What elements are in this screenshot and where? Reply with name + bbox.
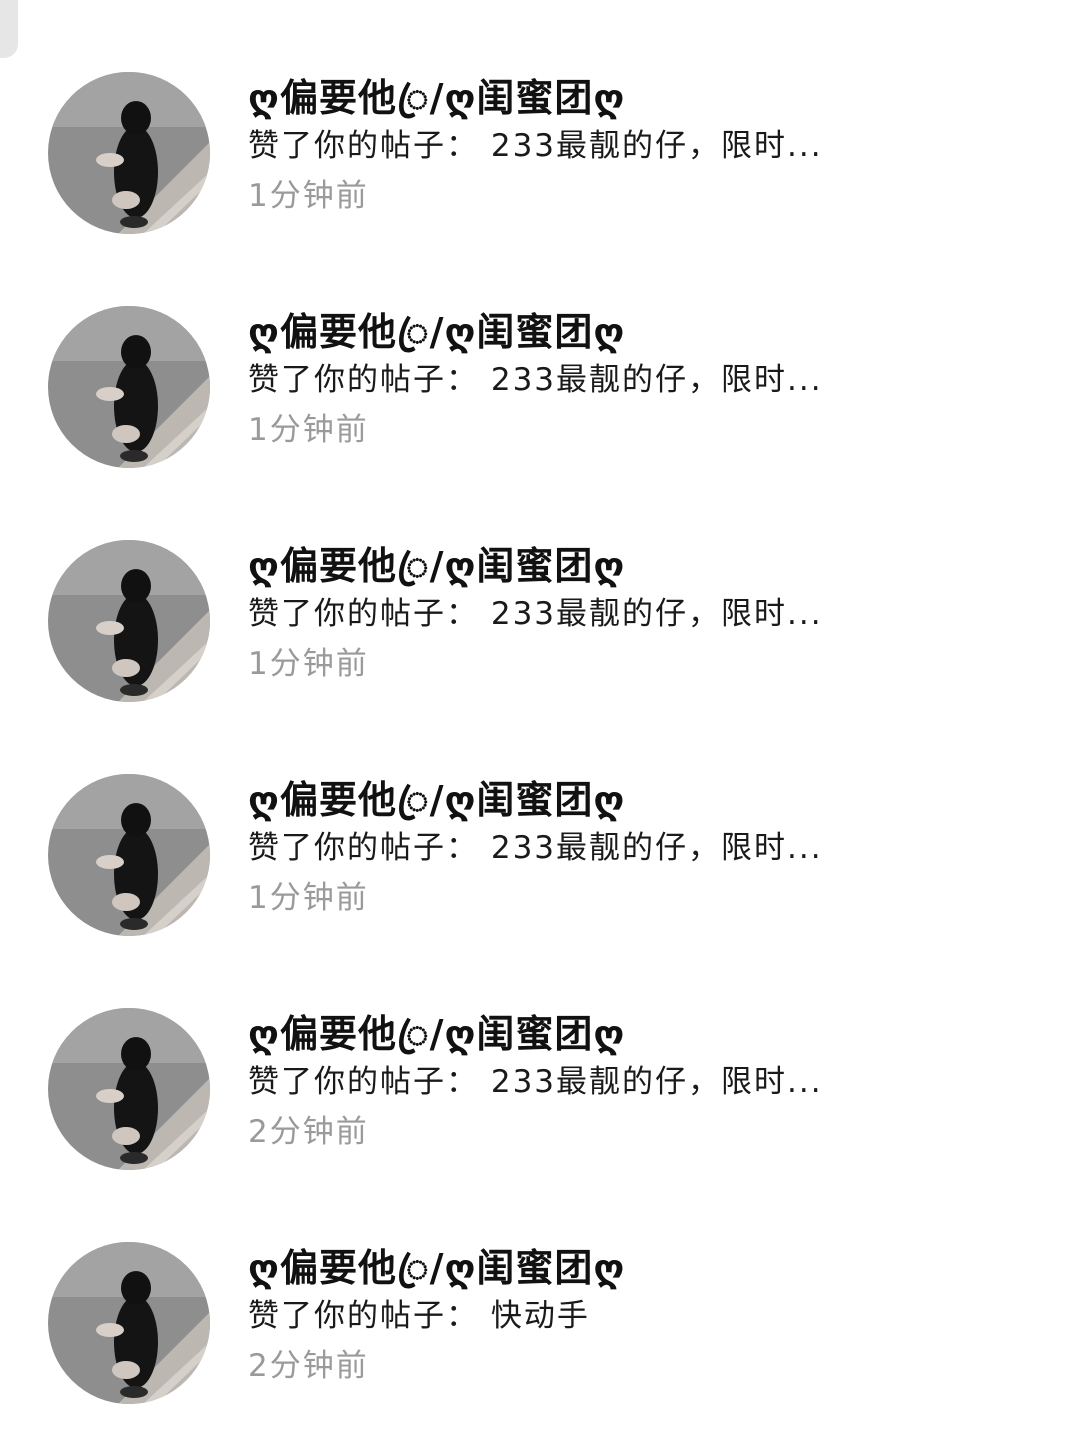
avatar-photo-icon bbox=[48, 306, 210, 468]
notification-message: 赞了你的帖子： 233最靓的仔，限时... bbox=[248, 830, 823, 866]
notification-message: 赞了你的帖子： 233最靓的仔，限时... bbox=[248, 128, 823, 164]
notification-time: 1分钟前 bbox=[248, 880, 369, 916]
notification-item[interactable]: ღ偏要他ꦿ/ღ闺蜜团ღ 赞了你的帖子： 233最靓的仔，限时... 1分钟前 bbox=[0, 306, 1080, 486]
notification-message: 赞了你的帖子： 快动手 bbox=[248, 1298, 590, 1334]
notification-time: 1分钟前 bbox=[248, 646, 369, 682]
avatar[interactable] bbox=[48, 1242, 210, 1404]
notification-time: 1分钟前 bbox=[248, 178, 369, 214]
sender-name[interactable]: ღ偏要他ꦿ/ღ闺蜜团ღ bbox=[248, 74, 625, 122]
avatar[interactable] bbox=[48, 72, 210, 234]
avatar[interactable] bbox=[48, 1008, 210, 1170]
notification-message: 赞了你的帖子： 233最靓的仔，限时... bbox=[248, 362, 823, 398]
notification-time: 2分钟前 bbox=[248, 1348, 369, 1384]
avatar[interactable] bbox=[48, 540, 210, 702]
notification-item[interactable]: ღ偏要他ꦿ/ღ闺蜜团ღ 赞了你的帖子： 233最靓的仔，限时... 1分钟前 bbox=[0, 72, 1080, 252]
notification-item[interactable]: ღ偏要他ꦿ/ღ闺蜜团ღ 赞了你的帖子： 233最靓的仔，限时... 2分钟前 bbox=[0, 1008, 1080, 1188]
notification-item[interactable]: ღ偏要他ꦿ/ღ闺蜜团ღ 赞了你的帖子： 233最靓的仔，限时... 1分钟前 bbox=[0, 540, 1080, 720]
notification-item[interactable]: ღ偏要他ꦿ/ღ闺蜜团ღ 赞了你的帖子： 233最靓的仔，限时... 1分钟前 bbox=[0, 774, 1080, 954]
avatar[interactable] bbox=[48, 306, 210, 468]
avatar-photo-icon bbox=[48, 540, 210, 702]
avatar-photo-icon bbox=[48, 774, 210, 936]
sender-name[interactable]: ღ偏要他ꦿ/ღ闺蜜团ღ bbox=[248, 308, 625, 356]
avatar-photo-icon bbox=[48, 1242, 210, 1404]
notification-item[interactable]: ღ偏要他ꦿ/ღ闺蜜团ღ 赞了你的帖子： 快动手 2分钟前 bbox=[0, 1242, 1080, 1422]
sender-name[interactable]: ღ偏要他ꦿ/ღ闺蜜团ღ bbox=[248, 776, 625, 824]
sender-name[interactable]: ღ偏要他ꦿ/ღ闺蜜团ღ bbox=[248, 1244, 625, 1292]
notification-time: 2分钟前 bbox=[248, 1114, 369, 1150]
notification-message: 赞了你的帖子： 233最靓的仔，限时... bbox=[248, 1064, 823, 1100]
back-edge-tab[interactable] bbox=[0, 0, 18, 58]
avatar-photo-icon bbox=[48, 1008, 210, 1170]
avatar-photo-icon bbox=[48, 72, 210, 234]
notification-time: 1分钟前 bbox=[248, 412, 369, 448]
sender-name[interactable]: ღ偏要他ꦿ/ღ闺蜜团ღ bbox=[248, 542, 625, 590]
avatar[interactable] bbox=[48, 774, 210, 936]
notification-message: 赞了你的帖子： 233最靓的仔，限时... bbox=[248, 596, 823, 632]
sender-name[interactable]: ღ偏要他ꦿ/ღ闺蜜团ღ bbox=[248, 1010, 625, 1058]
